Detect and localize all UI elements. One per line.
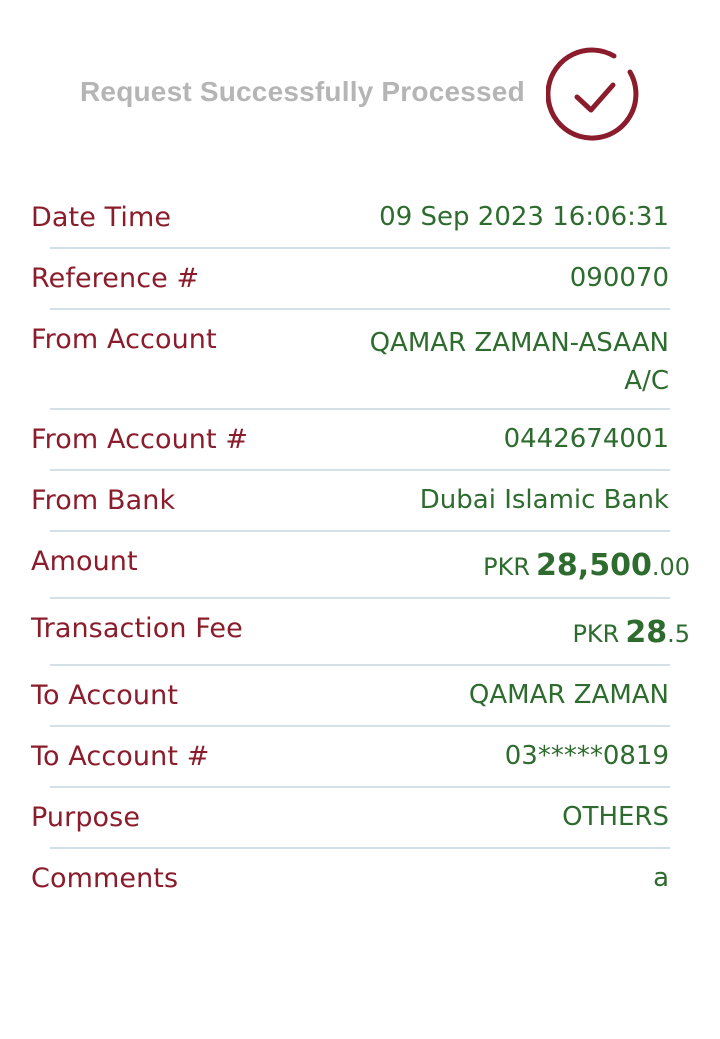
purpose-label: Purpose: [31, 802, 141, 833]
comments-value: a: [653, 863, 669, 893]
row-from-account-number: From Account # 0442674001: [0, 410, 720, 471]
success-header: Request Successfully Processed: [0, 44, 720, 144]
row-comments: Comments a: [0, 849, 720, 910]
from-account-number-label: From Account #: [31, 424, 249, 455]
from-account-number-value: 0442674001: [503, 424, 669, 454]
fee-minor: .5: [667, 620, 690, 648]
fee-value: PKR 28.5: [572, 615, 690, 650]
from-account-label: From Account: [31, 324, 217, 355]
amount-value: PKR 28,500.00: [483, 548, 690, 583]
from-account-value: QAMAR ZAMAN-ASAAN A/C: [369, 328, 669, 396]
row-reference: Reference # 090070: [0, 249, 720, 310]
row-from-bank: From Bank Dubai Islamic Bank: [0, 471, 720, 532]
amount-minor: .00: [651, 553, 690, 581]
row-to-account: To Account QAMAR ZAMAN: [0, 666, 720, 727]
success-title: Request Successfully Processed: [80, 76, 525, 107]
row-purpose: Purpose OTHERS: [0, 788, 720, 849]
check-circle-icon: [546, 47, 639, 141]
comments-label: Comments: [31, 863, 179, 894]
to-account-number-value: 03*****0819: [504, 741, 669, 771]
row-amount: Amount PKR 28,500.00: [0, 532, 720, 599]
purpose-value: OTHERS: [562, 802, 669, 832]
date-time-label: Date Time: [31, 202, 172, 233]
fee-label: Transaction Fee: [31, 613, 243, 644]
fee-currency: PKR: [572, 620, 620, 648]
from-bank-label: From Bank: [31, 485, 176, 516]
row-date-time: Date Time 09 Sep 2023 16:06:31: [0, 188, 720, 249]
transaction-details: Date Time 09 Sep 2023 16:06:31 Reference…: [0, 188, 720, 910]
fee-major: 28: [625, 615, 668, 650]
row-to-account-number: To Account # 03*****0819: [0, 727, 720, 788]
reference-label: Reference #: [31, 263, 200, 294]
to-account-value: QAMAR ZAMAN: [468, 680, 669, 710]
to-account-number-label: To Account #: [31, 741, 210, 772]
amount-currency: PKR: [483, 553, 531, 581]
amount-major: 28,500: [536, 548, 652, 583]
from-bank-value: Dubai Islamic Bank: [419, 485, 669, 515]
reference-value: 090070: [569, 263, 669, 293]
date-time-value: 09 Sep 2023 16:06:31: [379, 202, 669, 232]
row-transaction-fee: Transaction Fee PKR 28.5: [0, 599, 720, 666]
to-account-label: To Account: [31, 680, 179, 711]
row-from-account: From Account QAMAR ZAMAN-ASAAN A/C: [0, 310, 720, 410]
amount-label: Amount: [31, 546, 138, 577]
